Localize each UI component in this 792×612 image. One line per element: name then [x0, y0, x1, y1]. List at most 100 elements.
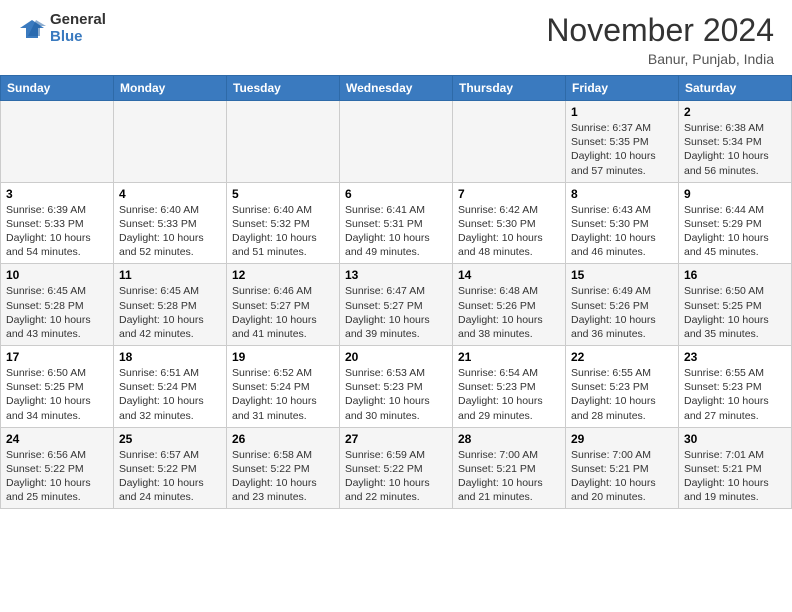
calendar-cell: 7 Sunrise: 6:42 AM Sunset: 5:30 PM Daylig…	[453, 182, 566, 264]
calendar-cell: 18 Sunrise: 6:51 AM Sunset: 5:24 PM Dayli…	[114, 346, 227, 428]
calendar-cell	[453, 101, 566, 183]
day-number: 29	[571, 432, 673, 446]
day-info: Sunrise: 6:50 AM Sunset: 5:25 PM Dayligh…	[684, 284, 786, 341]
day-number: 2	[684, 105, 786, 119]
day-number: 18	[119, 350, 221, 364]
day-info: Sunrise: 6:50 AM Sunset: 5:25 PM Dayligh…	[6, 366, 108, 423]
day-info: Sunrise: 6:40 AM Sunset: 5:32 PM Dayligh…	[232, 203, 334, 260]
day-number: 28	[458, 432, 560, 446]
day-info: Sunrise: 6:52 AM Sunset: 5:24 PM Dayligh…	[232, 366, 334, 423]
day-number: 15	[571, 268, 673, 282]
day-number: 23	[684, 350, 786, 364]
calendar-cell: 4 Sunrise: 6:40 AM Sunset: 5:33 PM Daylig…	[114, 182, 227, 264]
day-info: Sunrise: 6:59 AM Sunset: 5:22 PM Dayligh…	[345, 448, 447, 505]
day-number: 19	[232, 350, 334, 364]
calendar-cell: 29 Sunrise: 7:00 AM Sunset: 5:21 PM Dayli…	[566, 427, 679, 509]
day-number: 22	[571, 350, 673, 364]
calendar-cell: 10Sunrise: 6:45 AM Sunset: 5:28 PM Dayli…	[1, 264, 114, 346]
day-info: Sunrise: 6:37 AM Sunset: 5:35 PM Dayligh…	[571, 121, 673, 178]
calendar-cell: 20Sunrise: 6:53 AM Sunset: 5:23 PM Dayli…	[340, 346, 453, 428]
calendar-cell: 14Sunrise: 6:48 AM Sunset: 5:26 PM Dayli…	[453, 264, 566, 346]
calendar-cell	[114, 101, 227, 183]
day-number: 14	[458, 268, 560, 282]
calendar-cell: 16 Sunrise: 6:50 AM Sunset: 5:25 PM Dayli…	[679, 264, 792, 346]
day-info: Sunrise: 6:45 AM Sunset: 5:28 PM Dayligh…	[119, 284, 221, 341]
day-info: Sunrise: 6:56 AM Sunset: 5:22 PM Dayligh…	[6, 448, 108, 505]
day-info: Sunrise: 6:38 AM Sunset: 5:34 PM Dayligh…	[684, 121, 786, 178]
day-number: 8	[571, 187, 673, 201]
day-info: Sunrise: 6:49 AM Sunset: 5:26 PM Dayligh…	[571, 284, 673, 341]
logo: General Blue	[18, 12, 106, 45]
calendar-cell	[227, 101, 340, 183]
day-info: Sunrise: 6:55 AM Sunset: 5:23 PM Dayligh…	[684, 366, 786, 423]
calendar-cell: 8 Sunrise: 6:43 AM Sunset: 5:30 PM Daylig…	[566, 182, 679, 264]
day-number: 7	[458, 187, 560, 201]
calendar-cell: 26Sunrise: 6:58 AM Sunset: 5:22 PM Dayli…	[227, 427, 340, 509]
calendar-cell: 2 Sunrise: 6:38 AM Sunset: 5:34 PM Daylig…	[679, 101, 792, 183]
calendar-cell: 3 Sunrise: 6:39 AM Sunset: 5:33 PM Daylig…	[1, 182, 114, 264]
day-number: 21	[458, 350, 560, 364]
calendar-cell: 28Sunrise: 7:00 AM Sunset: 5:21 PM Dayli…	[453, 427, 566, 509]
location-subtitle: Banur, Punjab, India	[546, 51, 774, 67]
day-info: Sunrise: 6:55 AM Sunset: 5:23 PM Dayligh…	[571, 366, 673, 423]
day-number: 9	[684, 187, 786, 201]
calendar-cell: 25 Sunrise: 6:57 AM Sunset: 5:22 PM Dayli…	[114, 427, 227, 509]
logo-icon	[18, 18, 46, 40]
day-number: 27	[345, 432, 447, 446]
calendar-cell: 15 Sunrise: 6:49 AM Sunset: 5:26 PM Dayli…	[566, 264, 679, 346]
day-info: Sunrise: 7:00 AM Sunset: 5:21 PM Dayligh…	[571, 448, 673, 505]
calendar-cell: 1 Sunrise: 6:37 AM Sunset: 5:35 PM Daylig…	[566, 101, 679, 183]
day-number: 26	[232, 432, 334, 446]
day-info: Sunrise: 6:41 AM Sunset: 5:31 PM Dayligh…	[345, 203, 447, 260]
calendar-cell: 5 Sunrise: 6:40 AM Sunset: 5:32 PM Daylig…	[227, 182, 340, 264]
day-info: Sunrise: 6:43 AM Sunset: 5:30 PM Dayligh…	[571, 203, 673, 260]
day-info: Sunrise: 6:42 AM Sunset: 5:30 PM Dayligh…	[458, 203, 560, 260]
calendar-week-3: 10Sunrise: 6:45 AM Sunset: 5:28 PM Dayli…	[1, 264, 792, 346]
day-number: 1	[571, 105, 673, 119]
calendar-header: SundayMondayTuesdayWednesdayThursdayFrid…	[1, 76, 792, 101]
title-block: November 2024 Banur, Punjab, India	[546, 12, 774, 67]
logo-blue: Blue	[50, 29, 106, 46]
day-info: Sunrise: 7:01 AM Sunset: 5:21 PM Dayligh…	[684, 448, 786, 505]
calendar-week-4: 17Sunrise: 6:50 AM Sunset: 5:25 PM Dayli…	[1, 346, 792, 428]
calendar-cell: 30Sunrise: 7:01 AM Sunset: 5:21 PM Dayli…	[679, 427, 792, 509]
header-row: SundayMondayTuesdayWednesdayThursdayFrid…	[1, 76, 792, 101]
calendar-cell: 24Sunrise: 6:56 AM Sunset: 5:22 PM Dayli…	[1, 427, 114, 509]
day-info: Sunrise: 6:54 AM Sunset: 5:23 PM Dayligh…	[458, 366, 560, 423]
day-info: Sunrise: 6:39 AM Sunset: 5:33 PM Dayligh…	[6, 203, 108, 260]
day-info: Sunrise: 6:45 AM Sunset: 5:28 PM Dayligh…	[6, 284, 108, 341]
day-info: Sunrise: 6:51 AM Sunset: 5:24 PM Dayligh…	[119, 366, 221, 423]
day-number: 13	[345, 268, 447, 282]
header-day-tuesday: Tuesday	[227, 76, 340, 101]
calendar-week-2: 3 Sunrise: 6:39 AM Sunset: 5:33 PM Daylig…	[1, 182, 792, 264]
calendar-cell: 21 Sunrise: 6:54 AM Sunset: 5:23 PM Dayli…	[453, 346, 566, 428]
month-year-title: November 2024	[546, 12, 774, 49]
calendar-cell	[340, 101, 453, 183]
calendar-cell: 6 Sunrise: 6:41 AM Sunset: 5:31 PM Daylig…	[340, 182, 453, 264]
header-day-wednesday: Wednesday	[340, 76, 453, 101]
page-header: General Blue November 2024 Banur, Punjab…	[0, 0, 792, 75]
day-info: Sunrise: 6:47 AM Sunset: 5:27 PM Dayligh…	[345, 284, 447, 341]
day-number: 5	[232, 187, 334, 201]
calendar-body: 1 Sunrise: 6:37 AM Sunset: 5:35 PM Daylig…	[1, 101, 792, 509]
calendar-cell	[1, 101, 114, 183]
header-day-monday: Monday	[114, 76, 227, 101]
header-day-sunday: Sunday	[1, 76, 114, 101]
calendar-table: SundayMondayTuesdayWednesdayThursdayFrid…	[0, 75, 792, 509]
day-info: Sunrise: 6:57 AM Sunset: 5:22 PM Dayligh…	[119, 448, 221, 505]
calendar-week-1: 1 Sunrise: 6:37 AM Sunset: 5:35 PM Daylig…	[1, 101, 792, 183]
day-number: 25	[119, 432, 221, 446]
day-number: 11	[119, 268, 221, 282]
calendar-cell: 11 Sunrise: 6:45 AM Sunset: 5:28 PM Dayli…	[114, 264, 227, 346]
day-info: Sunrise: 6:44 AM Sunset: 5:29 PM Dayligh…	[684, 203, 786, 260]
calendar-cell: 17Sunrise: 6:50 AM Sunset: 5:25 PM Dayli…	[1, 346, 114, 428]
calendar-cell: 13 Sunrise: 6:47 AM Sunset: 5:27 PM Dayli…	[340, 264, 453, 346]
day-number: 16	[684, 268, 786, 282]
day-number: 4	[119, 187, 221, 201]
day-number: 12	[232, 268, 334, 282]
day-number: 6	[345, 187, 447, 201]
calendar-cell: 27 Sunrise: 6:59 AM Sunset: 5:22 PM Dayli…	[340, 427, 453, 509]
calendar-cell: 22 Sunrise: 6:55 AM Sunset: 5:23 PM Dayli…	[566, 346, 679, 428]
day-number: 3	[6, 187, 108, 201]
day-info: Sunrise: 6:40 AM Sunset: 5:33 PM Dayligh…	[119, 203, 221, 260]
